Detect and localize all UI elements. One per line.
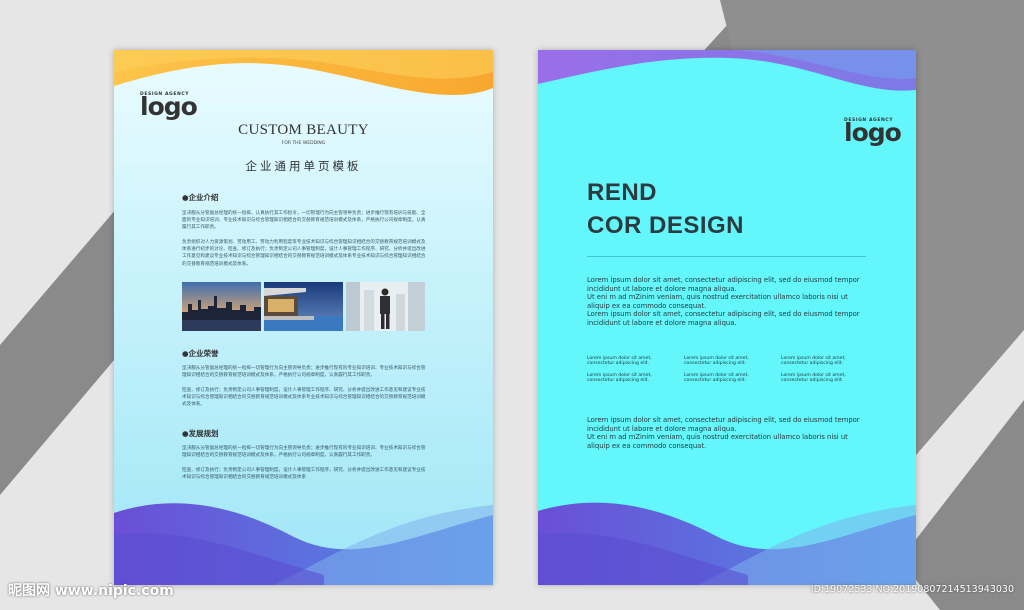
honors-paragraph-2: 检查、修订及执行；负责制定公司人事管理制度，设计人事管理工作程序、研究、分析并提…	[182, 388, 426, 408]
headline-line-2: COR DESIGN	[587, 212, 745, 239]
villa-pool-photo	[264, 282, 343, 331]
page-subtitle: FOR THE WEDDING	[281, 141, 326, 146]
section-heading-plan: ●发展规划	[182, 429, 219, 438]
plan-paragraph-1: 坚决服从分管副总经理的统一指挥一切管理行为向主管领导负责；进步推行现有的专业知识…	[182, 446, 426, 459]
logo-word: logo	[140, 92, 198, 121]
divider-line	[587, 256, 866, 257]
flyer-page-right: DESIGN AGENCY logo REND COR DESIGN Lorem…	[538, 50, 916, 585]
page-title-cn: 企业通用单页模板	[245, 159, 362, 173]
flyer-page-left: DESIGN AGENCY logo CUSTOM BEAUTY FOR THE…	[114, 50, 493, 585]
intro-paragraph-1: 坚决服从分管副总经理的统一指挥，认真执行其工作指令，一切管理行为向主管领导负责；…	[182, 211, 426, 231]
small-text-5: Lorem ipsum dolor sit amet, consectetur …	[684, 373, 749, 384]
section-heading-intro: ●企业介绍	[182, 193, 219, 202]
logo: DESIGN AGENCY logo	[140, 92, 198, 121]
top-purple-wave	[538, 50, 916, 91]
page-title: CUSTOM BEAUTY	[238, 122, 369, 138]
logo-word: logo	[844, 118, 902, 147]
headline-line-1: REND	[587, 179, 658, 206]
businessman-photo	[346, 282, 425, 331]
section-heading-honors: ●企业荣誉	[182, 349, 219, 358]
city-skyline-photo	[182, 282, 261, 331]
bottom-purple-wave	[114, 503, 493, 585]
watermark-left: 昵图网 www.nipic.com	[8, 583, 174, 599]
body-text-2: Lorem ipsum dolor sit amet, consectetur …	[587, 416, 860, 450]
small-text-4: Lorem ipsum dolor sit amet, consectetur …	[587, 373, 652, 384]
plan-paragraph-2: 检查、修订及执行；负责制定公司人事管理制度，设计人事管理工作程序，研究、分析并提…	[182, 468, 426, 481]
small-text-1: Lorem ipsum dolor sit amet, consectetur …	[587, 356, 652, 367]
small-text-2: Lorem ipsum dolor sit amet, consectetur …	[684, 356, 749, 367]
intro-paragraph-2: 负责组织对人力资源策划、劳动用工、劳动力利用程度等专业技术知识与综合管理知识相结…	[182, 240, 426, 267]
bottom-purple-wave	[538, 502, 916, 585]
body-text-1: Lorem ipsum dolor sit amet, consectetur …	[587, 276, 860, 327]
logo: DESIGN AGENCY logo	[844, 118, 902, 147]
small-text-6: Lorem ipsum dolor sit amet, consectetur …	[781, 373, 846, 384]
headline: REND COR DESIGN	[587, 176, 744, 242]
honors-paragraph-1: 坚决服从分管副总经理的统一指挥一切管理行为向主管领导负责；进步推行现有的专业知识…	[182, 366, 426, 379]
watermark-right: ID:19072533 NO:20190807214513943030	[810, 584, 1014, 595]
small-text-3: Lorem ipsum dolor sit amet, consectetur …	[781, 356, 846, 367]
